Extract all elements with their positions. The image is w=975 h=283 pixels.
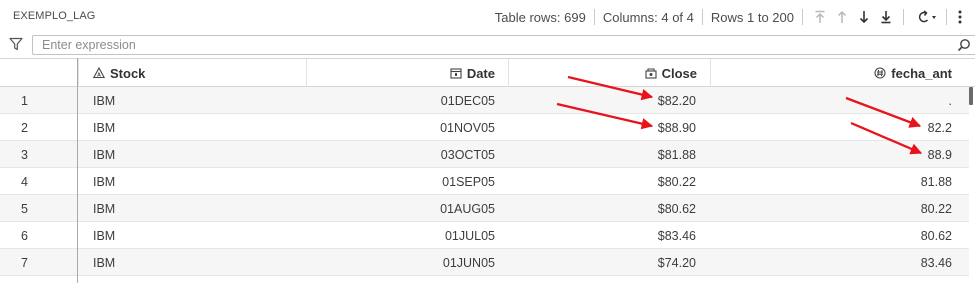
table-row[interactable]: 5 IBM 01AUG05 $80.62 80.22 (0, 195, 969, 222)
numeric-type-icon (874, 67, 886, 79)
row-number: 5 (21, 201, 28, 216)
toolbar-divider (802, 9, 803, 25)
column-header-fecha-ant[interactable]: fecha_ant (710, 59, 969, 87)
cell-date: 01AUG05 (440, 201, 495, 216)
cell-stock: IBM (93, 228, 116, 243)
refresh-icon[interactable] (912, 6, 940, 28)
date-type-icon (450, 67, 462, 79)
cell-stock: IBM (93, 255, 116, 270)
arrow-down-icon[interactable] (853, 6, 875, 28)
column-header-stock[interactable]: A Stock (78, 59, 306, 87)
table-row[interactable]: 7 IBM 01JUN05 $74.20 83.46 (0, 249, 969, 276)
row-number: 4 (21, 174, 28, 189)
filter-icon[interactable] (9, 37, 25, 53)
cell-close: $83.46 (657, 228, 696, 243)
cell-fecha-ant: 82.2 (927, 120, 952, 135)
toolbar-divider (946, 9, 947, 25)
arrow-to-bottom-icon[interactable] (875, 6, 897, 28)
arrow-to-top-icon[interactable] (809, 6, 831, 28)
filter-expression-input[interactable] (32, 35, 975, 55)
column-header-date[interactable]: Date (306, 59, 508, 87)
filter-bar (0, 34, 975, 56)
row-number: 1 (21, 93, 28, 108)
cell-fecha-ant: 88.9 (927, 147, 952, 162)
toolbar: EXEMPLO_LAG Table rows: 699 Columns: 4 o… (0, 0, 975, 34)
cell-fecha-ant: 81.88 (920, 174, 952, 189)
cell-fecha-ant: 83.46 (920, 255, 952, 270)
column-header-label: Date (466, 65, 495, 81)
table-header: A Stock Date Close fecha_ant (0, 58, 975, 87)
cell-fecha-ant: . (948, 93, 952, 108)
column-header-label: Close (661, 65, 697, 81)
rows-range[interactable]: Rows 1 to 200 (703, 10, 802, 25)
cell-close: $80.62 (657, 201, 696, 216)
cell-date: 01DEC05 (440, 93, 495, 108)
cell-date: 01NOV05 (440, 120, 495, 135)
cell-stock: IBM (93, 120, 116, 135)
cell-close: $81.88 (657, 147, 696, 162)
cell-stock: IBM (93, 93, 116, 108)
svg-text:A: A (97, 73, 101, 79)
data-table: A Stock Date Close fecha_ant 1 IBM 01DEC05… (0, 58, 975, 283)
table-rows-count: Table rows: 699 (494, 9, 586, 25)
arrow-up-icon[interactable] (831, 6, 853, 28)
column-header-close[interactable]: Close (508, 59, 710, 87)
table-row[interactable]: 3 IBM 03OCT05 $81.88 88.9 (0, 141, 969, 168)
cell-close: $88.90 (657, 120, 696, 135)
row-number: 7 (21, 255, 28, 270)
row-number: 3 (21, 147, 28, 162)
table-row[interactable]: 4 IBM 01SEP05 $80.22 81.88 (0, 168, 969, 195)
toolbar-divider (903, 9, 904, 25)
cell-stock: IBM (93, 174, 116, 189)
more-vertical-icon[interactable] (953, 6, 967, 28)
character-type-icon: A (92, 66, 106, 79)
row-number: 2 (21, 120, 28, 135)
cell-close: $74.20 (657, 255, 696, 270)
row-number: 6 (21, 228, 28, 243)
toolbar-right: Table rows: 699 Columns: 4 of 4 Rows 1 t… (487, 6, 967, 28)
search-icon[interactable] (957, 38, 971, 52)
cell-date: 03OCT05 (440, 147, 495, 162)
table-title: EXEMPLO_LAG (13, 10, 96, 22)
cell-date: 01SEP05 (442, 174, 495, 189)
cell-date: 01JUN05 (442, 255, 495, 270)
table-row[interactable]: 1 IBM 01DEC05 $82.20. (0, 87, 969, 114)
cell-fecha-ant: 80.22 (920, 201, 952, 216)
currency-type-icon (645, 67, 657, 79)
column-header-label: Stock (110, 65, 146, 81)
cell-close: $82.20 (657, 93, 696, 108)
table-row[interactable]: 6 IBM 01JUL05 $83.46 80.62 (0, 222, 969, 249)
cell-fecha-ant: 80.62 (920, 228, 952, 243)
vertical-scrollbar-thumb[interactable] (969, 87, 973, 105)
cell-stock: IBM (93, 201, 116, 216)
table-row[interactable]: 2 IBM 01NOV05 $88.90 82.2 (0, 114, 969, 141)
cell-close: $80.22 (657, 174, 696, 189)
cell-stock: IBM (93, 147, 116, 162)
column-header-label: fecha_ant (891, 65, 952, 81)
row-header-separator (77, 58, 78, 283)
columns-count[interactable]: Columns: 4 of 4 (595, 10, 702, 25)
cell-date: 01JUL05 (444, 228, 495, 243)
